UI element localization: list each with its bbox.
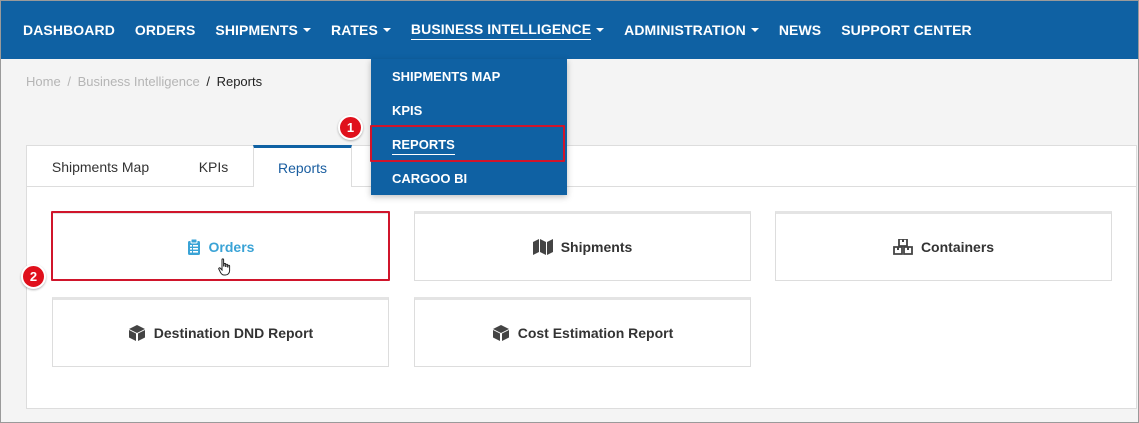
step-marker-2: 2 [21,264,46,289]
nav-support-center-label: SUPPORT CENTER [841,22,972,38]
tab-divider [27,186,253,187]
menu-item-kpis[interactable]: KPIS [392,103,422,118]
nav-shipments[interactable]: SHIPMENTS [205,1,321,59]
box-icon [128,324,146,342]
nav-administration[interactable]: ADMINISTRATION [614,1,769,59]
report-card-cost-estimation[interactable]: Cost Estimation Report [414,297,751,367]
nav-news[interactable]: NEWS [769,1,831,59]
tab-shipments-map-label: Shipments Map [51,158,150,175]
report-card-containers[interactable]: Containers [775,211,1112,281]
caret-down-icon [596,28,605,32]
step-marker-1: 1 [338,115,363,140]
caret-down-icon [750,28,759,32]
hand-pointer-icon [218,258,233,281]
tab-shipments-map[interactable]: Shipments Map [27,146,174,187]
report-card-containers-label: Containers [920,239,995,255]
boxes-icon [893,239,913,255]
menu-item-shipments-map[interactable]: SHIPMENTS MAP [392,69,500,84]
nav-dashboard[interactable]: DASHBOARD [13,1,125,59]
nav-news-label: NEWS [778,22,822,38]
box-icon [492,324,510,342]
top-navbar: DASHBOARD ORDERS SHIPMENTS RATES BUSINES… [1,1,1138,59]
report-card-destination-dnd[interactable]: Destination DND Report [52,297,389,367]
caret-down-icon [302,28,311,32]
tab-reports-label: Reports [277,159,328,176]
menu-item-shipments-map-label: SHIPMENTS MAP [392,69,501,84]
breadcrumb-current: Reports [216,74,263,89]
nav-shipments-label: SHIPMENTS [215,22,298,38]
report-card-destination-dnd-label: Destination DND Report [153,325,314,341]
tab-kpis-label: KPIs [198,158,229,175]
app-window: DASHBOARD ORDERS SHIPMENTS RATES BUSINES… [0,0,1139,423]
breadcrumb-separator: / [206,74,210,89]
nav-rates[interactable]: RATES [321,1,401,59]
nav-support-center[interactable]: SUPPORT CENTER [831,1,982,59]
breadcrumb-separator: / [67,74,71,89]
step-marker-1-label: 1 [346,120,355,135]
nav-business-intelligence-label: BUSINESS INTELLIGENCE [410,21,592,40]
nav-dashboard-label: DASHBOARD [23,22,115,38]
tab-reports[interactable]: Reports [253,145,352,187]
nav-rates-label: RATES [330,22,378,38]
report-card-cost-estimation-label: Cost Estimation Report [517,325,674,341]
nav-administration-label: ADMINISTRATION [624,22,746,38]
highlight-box-reports-menu [370,125,565,162]
menu-item-cargoo-bi[interactable]: CARGOO BI [392,171,467,186]
nav-business-intelligence[interactable]: BUSINESS INTELLIGENCE [401,1,614,59]
breadcrumb-section[interactable]: Business Intelligence [78,74,200,89]
step-marker-2-label: 2 [29,269,38,284]
nav-orders[interactable]: ORDERS [125,1,206,59]
report-card-shipments[interactable]: Shipments [414,211,751,281]
caret-down-icon [382,28,391,32]
menu-item-kpis-label: KPIS [392,103,423,118]
tab-bar: Shipments Map KPIs Reports [27,145,352,187]
tab-kpis[interactable]: KPIs [174,146,253,187]
breadcrumb-home[interactable]: Home [26,74,61,89]
map-icon [532,239,553,255]
breadcrumb: Home / Business Intelligence / Reports [26,74,262,89]
menu-item-cargoo-bi-label: CARGOO BI [392,171,468,186]
report-card-shipments-label: Shipments [560,239,633,255]
nav-orders-label: ORDERS [134,22,196,38]
